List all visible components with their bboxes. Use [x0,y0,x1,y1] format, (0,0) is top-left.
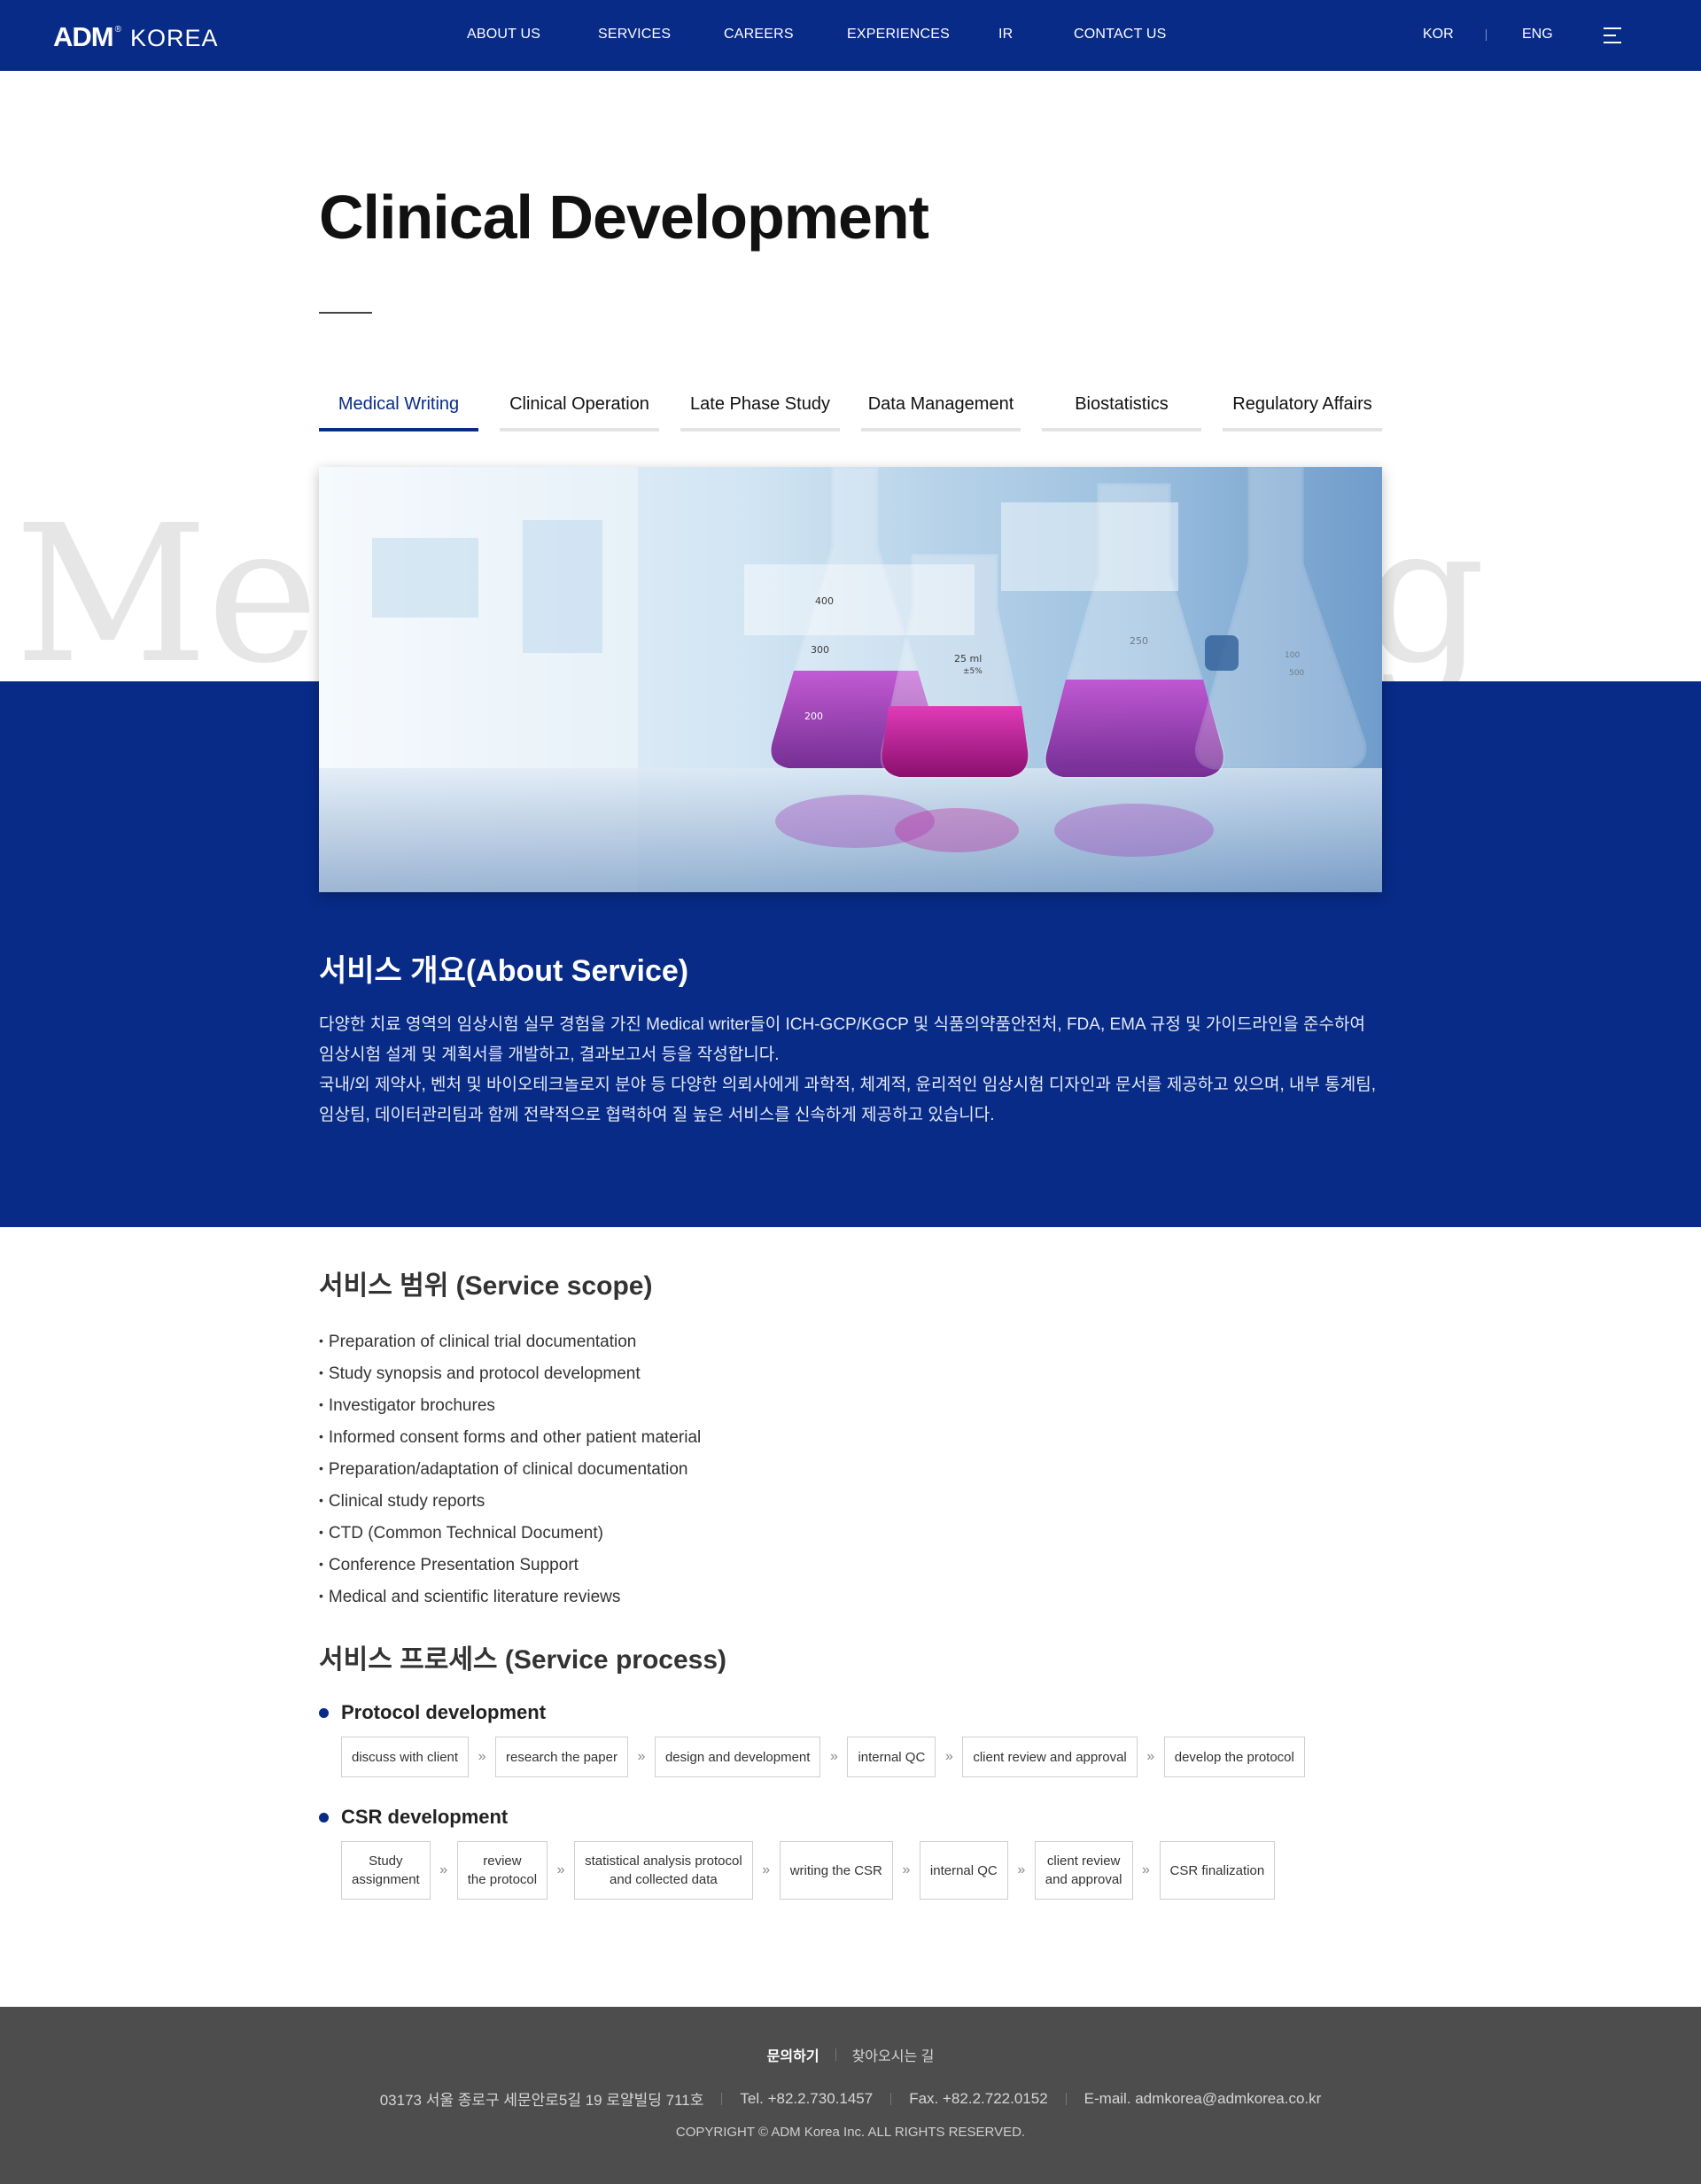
nav-experiences[interactable]: EXPERIENCES [847,27,950,43]
process-step: internal QC [919,1841,1008,1900]
service-scope-list: Preparation of clinical trial documentat… [319,1326,701,1613]
hamburger-menu-icon[interactable] [1604,27,1623,44]
svg-text:400: 400 [815,595,834,607]
svg-text:25 ml: 25 ml [954,653,982,665]
list-item: Informed consent forms and other patient… [319,1422,701,1454]
title-underline [319,312,372,314]
about-paragraph-2: 국내/외 제약사, 벤처 및 바이오테크놀로지 분야 등 다양한 의뢰사에게 과… [319,1076,1376,1124]
process-step: research the paper [495,1737,628,1777]
double-chevron-right-icon: » [556,1862,565,1877]
about-service-text: 다양한 치료 영역의 임상시험 실무 경험을 가진 Medical writer… [319,1010,1382,1131]
double-chevron-right-icon: » [1142,1862,1150,1877]
svg-text:250: 250 [1130,635,1148,647]
hero-image: 400 300 200 25 ml ±5% 250 100 500 [319,467,1382,892]
list-item: Conference Presentation Support [319,1550,701,1582]
lang-eng[interactable]: ENG [1522,27,1553,43]
nav-about-us[interactable]: ABOUT US [467,27,540,43]
footer-tel: Tel. +82.2.730.1457 [740,2089,874,2107]
footer-link-inquiry[interactable]: 문의하기 [767,2044,819,2065]
protocol-development-heading: Protocol development [319,1701,546,1724]
double-chevron-right-icon: » [1017,1862,1026,1877]
tab-data-management[interactable]: Data Management [861,394,1021,431]
footer-contact-info: 03173 서울 종로구 세문안로5길 19 로얄빌딩 711호 Tel. +8… [0,2087,1701,2110]
footer-divider [1065,2092,1067,2105]
process-step: Study assignment [341,1841,431,1900]
csr-development-heading: CSR development [319,1806,508,1829]
process-step: client review and approval [962,1737,1138,1777]
process-group-title: Protocol development [341,1701,547,1723]
list-item: Medical and scientific literature review… [319,1582,701,1613]
site-header: ADM ® KOREA ABOUT US SERVICES CAREERS EX… [0,0,1701,71]
list-item: CTD (Common Technical Document) [319,1518,701,1550]
tab-medical-writing[interactable]: Medical Writing [319,394,478,431]
service-scope-title: 서비스 범위 (Service scope) [319,1271,653,1301]
nav-services[interactable]: SERVICES [598,27,671,43]
lang-divider [1486,29,1487,41]
double-chevron-right-icon: » [944,1749,953,1764]
process-step: CSR finalization [1159,1841,1276,1900]
svg-text:±5%: ±5% [963,667,983,676]
double-chevron-right-icon: » [478,1749,486,1764]
list-item: Study synopsis and protocol development [319,1358,701,1390]
nav-careers[interactable]: CAREERS [724,27,794,43]
process-step: design and development [654,1737,821,1777]
footer-fax: Fax. +82.2.722.0152 [909,2089,1048,2107]
tab-regulatory-affairs[interactable]: Regulatory Affairs [1223,394,1382,431]
footer-divider [890,2092,892,2105]
process-step: discuss with client [341,1737,470,1777]
service-process-title: 서비스 프로세스 (Service process) [319,1645,727,1675]
about-paragraph-1: 다양한 치료 영역의 임상시험 실무 경험을 가진 Medical writer… [319,1015,1365,1064]
process-step: writing the CSR [779,1841,893,1900]
process-step: develop the protocol [1163,1737,1305,1777]
bullet-dot-icon [319,1707,329,1718]
tab-clinical-operation[interactable]: Clinical Operation [500,394,659,431]
footer-link-directions[interactable]: 찾아오시는 길 [852,2044,935,2065]
svg-text:200: 200 [804,711,823,722]
process-step: statistical analysis protocol and collec… [574,1841,753,1900]
nav-contact-us[interactable]: CONTACT US [1074,27,1167,43]
tab-late-phase-study[interactable]: Late Phase Study [680,394,840,431]
tab-biostatistics[interactable]: Biostatistics [1042,394,1201,431]
list-item: Preparation of clinical trial documentat… [319,1326,701,1358]
double-chevron-right-icon: » [829,1749,838,1764]
footer-divider [721,2092,723,2105]
page-title: Clinical Development [319,183,929,252]
double-chevron-right-icon: » [762,1862,771,1877]
nav-ir[interactable]: IR [998,27,1013,43]
double-chevron-right-icon: » [637,1749,646,1764]
double-chevron-right-icon: » [902,1862,911,1877]
list-item: Preparation/adaptation of clinical docum… [319,1454,701,1486]
svg-text:100: 100 [1285,651,1300,660]
footer-email: E-mail. admkorea@admkorea.co.kr [1084,2089,1322,2107]
csr-development-steps: Study assignment » review the protocol »… [341,1841,1276,1900]
double-chevron-right-icon: » [439,1862,448,1877]
about-service-title: 서비스 개요(About Service) [319,954,689,988]
footer-copyright: COPYRIGHT © ADM Korea Inc. ALL RIGHTS RE… [675,2125,1026,2140]
process-group-title: CSR development [341,1806,509,1828]
footer-divider [835,2048,836,2061]
footer-address: 03173 서울 종로구 세문안로5길 19 로얄빌딩 711호 [379,2092,704,2109]
list-item: Investigator brochures [319,1390,701,1422]
process-step: internal QC [847,1737,936,1777]
process-step: review the protocol [456,1841,548,1900]
lang-kor[interactable]: KOR [1423,27,1454,43]
process-step: client review and approval [1034,1841,1133,1900]
bullet-dot-icon [319,1812,329,1823]
svg-text:300: 300 [811,644,829,656]
list-item: Clinical study reports [319,1486,701,1518]
protocol-development-steps: discuss with client » research the paper… [341,1737,1305,1777]
footer-links: 문의하기 찾아오시는 길 [0,2044,1701,2065]
svg-text:500: 500 [1289,669,1304,678]
double-chevron-right-icon: » [1146,1749,1155,1764]
lab-flasks-illustration: 400 300 200 25 ml ±5% 250 100 500 [319,467,1382,892]
